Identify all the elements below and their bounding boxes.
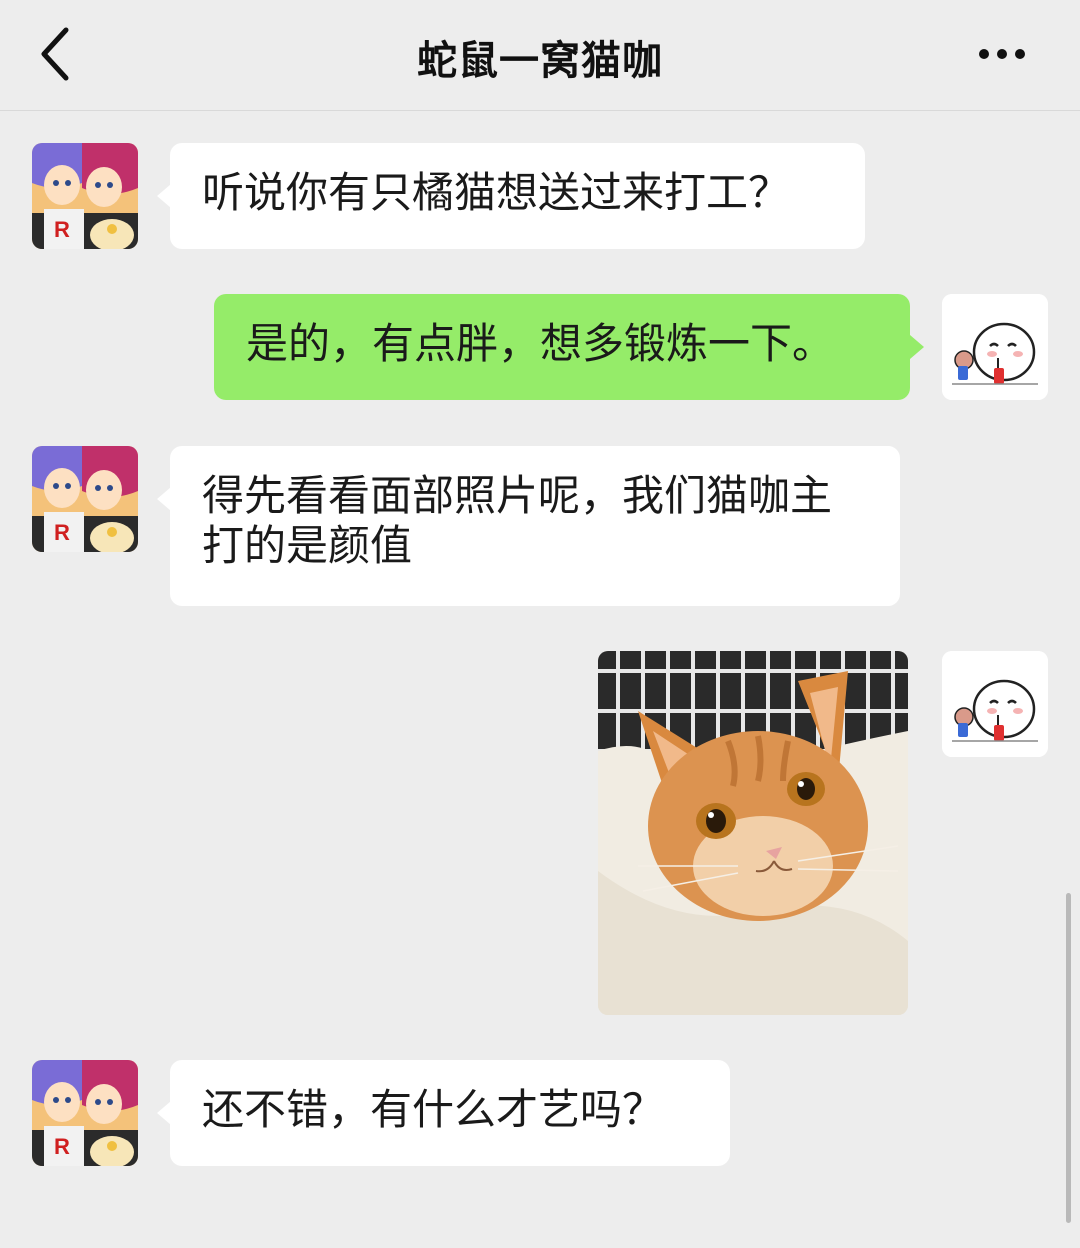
contact-avatar[interactable]: R bbox=[32, 143, 138, 249]
cartoon-bun-avatar-icon bbox=[942, 294, 1048, 400]
cartoon-bun-avatar-icon bbox=[942, 651, 1048, 757]
cat-photo-message[interactable] bbox=[598, 651, 908, 1015]
team-rocket-avatar-icon: R bbox=[32, 446, 138, 552]
svg-text:R: R bbox=[54, 217, 70, 242]
more-dots-icon bbox=[979, 49, 1025, 59]
message-bubble[interactable]: 得先看看面部照片呢，我们猫咖主打的是颜值 bbox=[170, 446, 900, 606]
bubble-tail bbox=[157, 184, 171, 208]
team-rocket-avatar-icon: R bbox=[32, 1060, 138, 1166]
bubble-tail bbox=[910, 335, 924, 359]
svg-text:R: R bbox=[54, 1134, 70, 1159]
orange-cat-photo-icon bbox=[598, 651, 908, 1015]
bubble-tail bbox=[157, 487, 171, 511]
self-avatar[interactable] bbox=[942, 651, 1048, 757]
bubble-tail bbox=[157, 1101, 171, 1125]
scrollbar[interactable] bbox=[1066, 893, 1071, 1223]
self-avatar[interactable] bbox=[942, 294, 1048, 400]
chat-title: 蛇鼠一窝猫咖 bbox=[417, 38, 663, 84]
message-bubble[interactable]: 还不错，有什么才艺吗？ bbox=[170, 1060, 730, 1166]
more-button[interactable] bbox=[972, 40, 1032, 68]
message-bubble-self[interactable]: 是的，有点胖，想多锻炼一下。 bbox=[214, 294, 910, 400]
message-bubble[interactable]: 听说你有只橘猫想送过来打工？ bbox=[170, 143, 865, 249]
contact-avatar[interactable]: R bbox=[32, 1060, 138, 1166]
chat-header: 蛇鼠一窝猫咖 bbox=[0, 0, 1080, 111]
svg-text:R: R bbox=[54, 520, 70, 545]
contact-avatar[interactable]: R bbox=[32, 446, 138, 552]
team-rocket-avatar-icon: R bbox=[32, 143, 138, 249]
